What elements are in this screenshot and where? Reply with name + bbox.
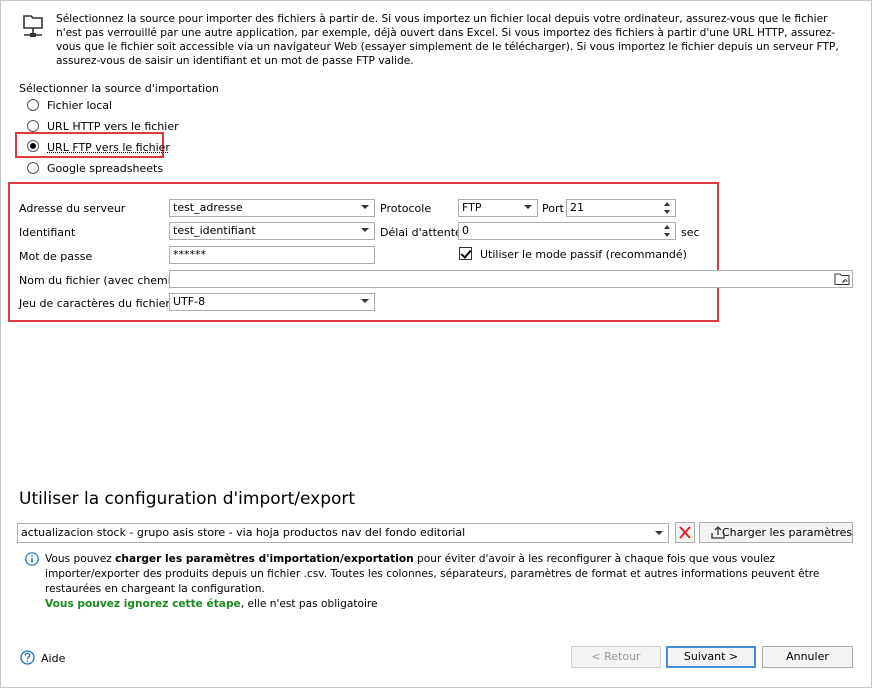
port-stepper[interactable]: 21: [566, 199, 676, 217]
chevron-down-icon: [655, 531, 663, 535]
protocol-label: Protocole: [380, 202, 432, 215]
folder-browse-icon[interactable]: [834, 272, 850, 286]
help-link[interactable]: Aide: [41, 652, 65, 665]
passive-mode-checkbox[interactable]: [459, 247, 472, 260]
port-value: 21: [570, 201, 584, 214]
info-bold: charger les paramètres d'importation/exp…: [115, 553, 414, 565]
cancel-button[interactable]: Annuler: [762, 646, 853, 668]
close-icon: [679, 526, 691, 539]
filename-input[interactable]: [169, 270, 853, 288]
network-computer-icon: [20, 12, 46, 40]
radio-google-sheets[interactable]: [27, 162, 39, 174]
config-selected-value: actualizacion stock - grupo asis store -…: [21, 526, 466, 539]
protocol-select[interactable]: FTP: [458, 199, 538, 217]
timeout-value: 0: [462, 224, 469, 237]
radio-google-sheets-label[interactable]: Google spreadsheets: [47, 162, 163, 175]
config-info-text: Vous pouvez charger les paramètres d'imp…: [45, 552, 860, 612]
password-field[interactable]: ******: [169, 246, 375, 264]
server-address-label: Adresse du serveur: [19, 202, 126, 215]
config-select[interactable]: actualizacion stock - grupo asis store -…: [17, 523, 669, 543]
load-settings-button[interactable]: Charger les paramètres: [699, 522, 853, 543]
charset-value: UTF-8: [173, 295, 206, 308]
radio-http-url[interactable]: [27, 120, 39, 132]
chevron-down-icon: [361, 205, 369, 209]
password-value: ******: [173, 248, 206, 261]
timeout-unit: sec: [681, 226, 700, 239]
login-value: test_identifiant: [173, 224, 256, 237]
charset-label: Jeu de caractères du fichier: [19, 297, 170, 310]
radio-local-file[interactable]: [27, 99, 39, 111]
chevron-down-icon: [361, 228, 369, 232]
filename-label: Nom du fichier (avec chemin): [19, 274, 183, 287]
port-label: Port: [542, 202, 564, 215]
clear-config-button[interactable]: [675, 522, 695, 543]
login-combo[interactable]: test_identifiant: [169, 222, 375, 240]
back-button[interactable]: < Retour: [571, 646, 661, 668]
spin-arrows-icon[interactable]: [663, 201, 672, 215]
config-section-title: Utiliser la configuration d'import/expor…: [19, 489, 356, 509]
timeout-label: Délai d'attente: [380, 226, 462, 239]
info-icon: [25, 552, 39, 566]
login-label: Identifiant: [19, 226, 76, 239]
charset-select[interactable]: UTF-8: [169, 293, 375, 311]
next-button[interactable]: Suivant >: [666, 646, 756, 668]
radio-local-file-label[interactable]: Fichier local: [47, 99, 112, 112]
server-address-value: test_adresse: [173, 201, 243, 214]
radio-ftp-url[interactable]: [27, 140, 39, 152]
intro-description: Sélectionnez la source pour importer des…: [56, 13, 839, 67]
chevron-down-icon: [361, 299, 369, 303]
timeout-stepper[interactable]: 0: [458, 222, 676, 240]
info-tail: , elle n'est pas obligatoire: [240, 598, 378, 610]
password-label: Mot de passe: [19, 250, 93, 263]
protocol-value: FTP: [462, 201, 482, 214]
upload-icon: [710, 525, 726, 540]
source-heading: Sélectionner la source d'importation: [19, 82, 219, 95]
info-skip-hint: Vous pouvez ignorez cette étape: [45, 598, 241, 610]
info-before: Vous pouvez: [45, 553, 116, 565]
server-address-combo[interactable]: test_adresse: [169, 199, 375, 217]
chevron-down-icon: [524, 205, 532, 209]
spin-arrows-icon[interactable]: [663, 224, 672, 238]
passive-mode-label[interactable]: Utiliser le mode passif (recommandé): [480, 248, 687, 261]
radio-ftp-url-label[interactable]: URL FTP vers le fichier: [47, 141, 170, 154]
help-icon[interactable]: [20, 650, 35, 665]
